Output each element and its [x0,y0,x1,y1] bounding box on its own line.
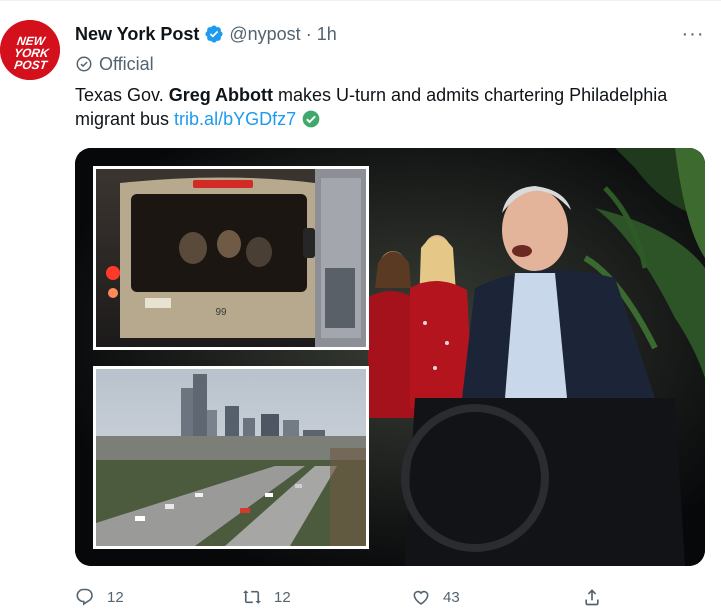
tweet-text-bold: Greg Abbott [168,85,274,105]
logo-line-3: POST [13,58,49,72]
retweet-button[interactable]: 12 [242,584,291,610]
article-link[interactable]: trib.al/bYGDfz7 [174,109,296,129]
tweet-text: Texas Gov. Greg Abbott makes U-turn and … [75,83,705,131]
like-count: 43 [443,588,460,606]
reply-button[interactable]: 12 [75,584,124,610]
tweet-header: New York Post @nypost · 1h [75,22,337,46]
tweet-media-image[interactable]: 99 [75,148,705,566]
official-label: Official [99,53,154,74]
share-button[interactable] [582,584,614,610]
top-divider [0,0,721,1]
bus-number: 99 [215,307,227,318]
heart-icon [413,590,429,605]
photo-collage: 99 [75,148,705,566]
verified-badge-icon [204,24,224,44]
author-name[interactable]: New York Post [75,24,199,45]
official-shield-icon [75,55,93,73]
more-options-button[interactable]: ··· [681,22,705,46]
green-check-icon [301,109,321,129]
reply-count: 12 [107,588,124,606]
share-icon [585,589,599,606]
tweet-text-prefix: Texas Gov. [75,85,169,105]
retweet-count: 12 [274,588,291,606]
timestamp[interactable]: 1h [317,24,337,45]
reply-icon [76,588,93,606]
tweet-actions: 12 12 43 [75,584,705,610]
new-york-post-logo: NEW YORK POST [0,20,60,80]
bus-photo-inset: 99 [93,166,369,350]
more-icon: ··· [681,22,705,45]
like-button[interactable]: 43 [411,584,460,610]
official-label-row: Official [75,52,154,76]
avatar[interactable]: NEW YORK POST [0,20,60,80]
separator: · [305,23,312,44]
skyline-photo-inset [93,366,369,549]
author-handle[interactable]: @nypost [229,24,300,45]
retweet-icon [243,590,261,604]
